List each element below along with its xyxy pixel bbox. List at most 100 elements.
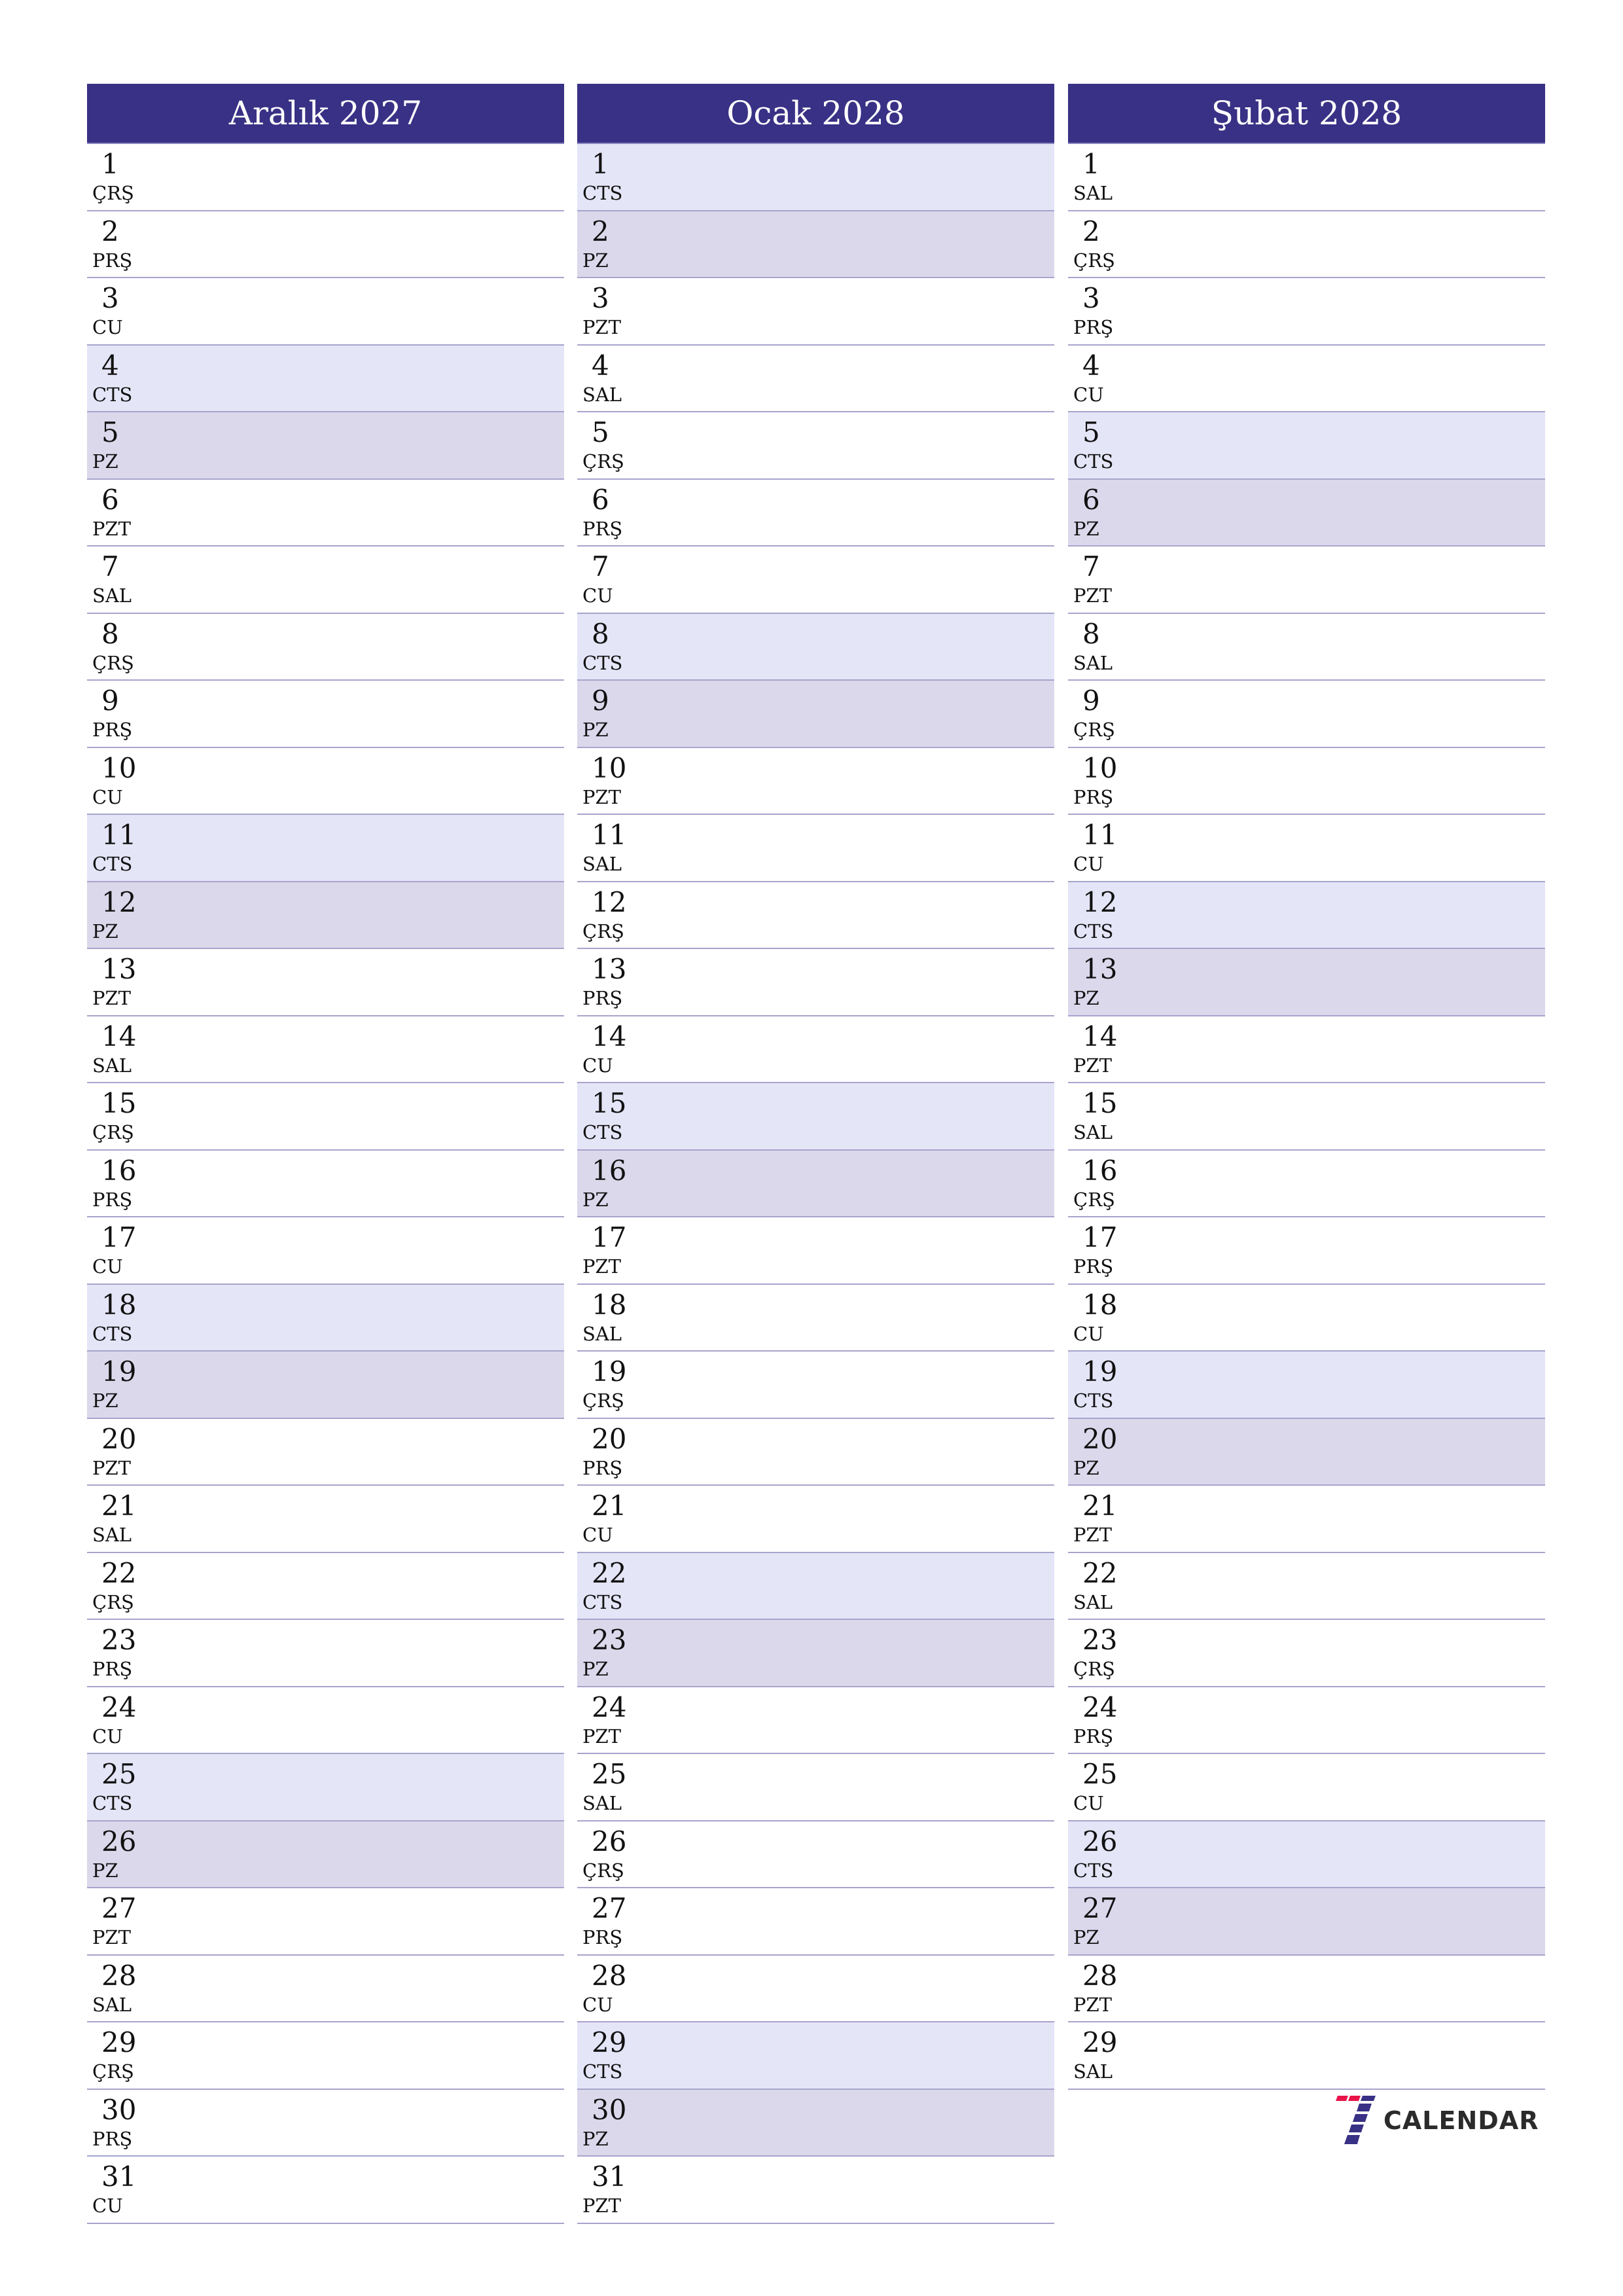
day-row[interactable]: 15 SAL bbox=[1068, 1083, 1545, 1151]
day-row[interactable]: 26 ÇRŞ bbox=[577, 1821, 1054, 1888]
day-row[interactable]: 10 PZT bbox=[577, 748, 1054, 815]
day-row[interactable]: 13 PZ bbox=[1068, 949, 1545, 1016]
day-row[interactable]: 18 CU bbox=[1068, 1285, 1545, 1352]
day-row[interactable]: 28 PZT bbox=[1068, 1956, 1545, 2022]
day-row[interactable]: 20 PZ bbox=[1068, 1418, 1545, 1486]
day-row[interactable]: 22 ÇRŞ bbox=[87, 1553, 564, 1620]
day-row[interactable]: 3 PRŞ bbox=[1068, 278, 1545, 346]
day-row[interactable]: 14 SAL bbox=[87, 1016, 564, 1083]
day-row[interactable]: 21 PZT bbox=[1068, 1486, 1545, 1553]
day-row[interactable]: 7 PZT bbox=[1068, 547, 1545, 614]
day-row[interactable]: 10 PRŞ bbox=[1068, 748, 1545, 815]
day-row[interactable]: 26 PZ bbox=[87, 1821, 564, 1888]
day-row[interactable]: 27 PRŞ bbox=[577, 1888, 1054, 1956]
day-row[interactable]: 7 SAL bbox=[87, 547, 564, 614]
day-row[interactable]: 19 ÇRŞ bbox=[577, 1352, 1054, 1419]
day-row[interactable]: 16 ÇRŞ bbox=[1068, 1151, 1545, 1217]
day-row[interactable]: 14 PZT bbox=[1068, 1016, 1545, 1083]
day-row[interactable]: 22 CTS bbox=[577, 1552, 1054, 1620]
day-row[interactable]: 30 PZ bbox=[577, 2089, 1054, 2157]
day-row[interactable]: 6 PRŞ bbox=[577, 480, 1054, 547]
weekday-label: ÇRŞ bbox=[92, 1590, 134, 1613]
weekday-label: CTS bbox=[1073, 1859, 1114, 1882]
day-row[interactable]: 25 CU bbox=[1068, 1754, 1545, 1821]
day-row[interactable]: 27 PZ bbox=[1068, 1888, 1545, 1956]
day-row[interactable]: 11 SAL bbox=[577, 815, 1054, 882]
day-row[interactable]: 12 CTS bbox=[1068, 882, 1545, 949]
day-row[interactable]: 9 PZ bbox=[577, 681, 1054, 748]
day-row[interactable]: 5 CTS bbox=[1068, 412, 1545, 480]
day-row[interactable]: 8 CTS bbox=[577, 613, 1054, 681]
day-row[interactable]: 27 PZT bbox=[87, 1888, 564, 1956]
day-row[interactable]: 4 CTS bbox=[87, 345, 564, 412]
weekday-label: PZT bbox=[582, 1255, 622, 1278]
day-row[interactable]: 25 CTS bbox=[87, 1754, 564, 1821]
day-row[interactable]: 8 ÇRŞ bbox=[87, 614, 564, 681]
day-row[interactable]: 9 PRŞ bbox=[87, 681, 564, 748]
day-row[interactable]: 11 CTS bbox=[87, 815, 564, 882]
day-row[interactable]: 31 CU bbox=[87, 2157, 564, 2224]
day-number: 3 bbox=[101, 282, 119, 314]
day-row[interactable]: 1 ÇRŞ bbox=[87, 144, 564, 211]
day-row[interactable]: 3 CU bbox=[87, 278, 564, 346]
day-row[interactable]: 21 CU bbox=[577, 1486, 1054, 1553]
day-number: 18 bbox=[1082, 1288, 1118, 1321]
day-row[interactable]: 17 PRŞ bbox=[1068, 1217, 1545, 1285]
day-row[interactable]: 12 ÇRŞ bbox=[577, 882, 1054, 949]
day-row[interactable]: 30 PRŞ bbox=[87, 2090, 564, 2157]
day-row[interactable]: 2 PZ bbox=[577, 211, 1054, 278]
day-row[interactable]: 15 ÇRŞ bbox=[87, 1083, 564, 1151]
day-row[interactable]: 24 CU bbox=[87, 1687, 564, 1754]
day-row[interactable]: 6 PZ bbox=[1068, 479, 1545, 547]
day-row[interactable]: 29 SAL bbox=[1068, 2022, 1545, 2090]
day-row[interactable]: 2 PRŞ bbox=[87, 211, 564, 278]
day-row[interactable]: 2 ÇRŞ bbox=[1068, 211, 1545, 278]
day-row[interactable]: 5 ÇRŞ bbox=[577, 412, 1054, 480]
day-row[interactable]: 9 ÇRŞ bbox=[1068, 681, 1545, 748]
day-row[interactable]: 28 CU bbox=[577, 1956, 1054, 2022]
day-row[interactable]: 18 SAL bbox=[577, 1285, 1054, 1352]
day-row[interactable]: 7 CU bbox=[577, 547, 1054, 614]
day-row[interactable]: 19 PZ bbox=[87, 1352, 564, 1419]
day-row[interactable]: 17 PZT bbox=[577, 1217, 1054, 1285]
day-row[interactable]: 29 CTS bbox=[577, 2022, 1054, 2090]
day-row[interactable]: 5 PZ bbox=[87, 412, 564, 480]
day-row[interactable]: 22 SAL bbox=[1068, 1553, 1545, 1620]
day-row[interactable]: 13 PRŞ bbox=[577, 949, 1054, 1016]
day-row[interactable]: 17 CU bbox=[87, 1217, 564, 1285]
day-row[interactable]: 19 CTS bbox=[1068, 1352, 1545, 1419]
day-row[interactable]: 16 PZ bbox=[577, 1150, 1054, 1217]
day-number: 28 bbox=[592, 1959, 627, 1992]
day-row[interactable]: 24 PRŞ bbox=[1068, 1687, 1545, 1754]
day-row[interactable]: 14 CU bbox=[577, 1016, 1054, 1083]
day-number: 15 bbox=[101, 1087, 137, 1119]
day-row[interactable]: 23 ÇRŞ bbox=[1068, 1620, 1545, 1687]
day-row[interactable]: 20 PRŞ bbox=[577, 1419, 1054, 1486]
day-number: 2 bbox=[101, 215, 119, 247]
day-row[interactable]: 1 SAL bbox=[1068, 144, 1545, 211]
day-row[interactable]: 13 PZT bbox=[87, 949, 564, 1016]
day-row[interactable]: 15 CTS bbox=[577, 1083, 1054, 1151]
day-row[interactable]: 4 CU bbox=[1068, 346, 1545, 412]
day-row[interactable]: 10 CU bbox=[87, 748, 564, 815]
day-row[interactable]: 16 PRŞ bbox=[87, 1151, 564, 1217]
day-row[interactable]: 31 PZT bbox=[577, 2157, 1054, 2224]
day-row[interactable]: 12 PZ bbox=[87, 882, 564, 949]
day-row[interactable]: 24 PZT bbox=[577, 1687, 1054, 1754]
day-row[interactable]: 11 CU bbox=[1068, 815, 1545, 882]
day-row[interactable]: 6 PZT bbox=[87, 480, 564, 547]
day-row[interactable]: 23 PRŞ bbox=[87, 1620, 564, 1687]
day-row[interactable]: 28 SAL bbox=[87, 1956, 564, 2022]
day-row[interactable]: 23 PZ bbox=[577, 1620, 1054, 1687]
day-row[interactable]: 29 ÇRŞ bbox=[87, 2022, 564, 2090]
day-row[interactable]: 26 CTS bbox=[1068, 1821, 1545, 1888]
day-row[interactable]: 20 PZT bbox=[87, 1419, 564, 1486]
day-row[interactable]: 18 CTS bbox=[87, 1284, 564, 1352]
day-row[interactable]: 4 SAL bbox=[577, 346, 1054, 412]
day-row[interactable]: 1 CTS bbox=[577, 144, 1054, 211]
day-row[interactable]: 3 PZT bbox=[577, 278, 1054, 346]
day-row[interactable]: 8 SAL bbox=[1068, 614, 1545, 681]
day-row[interactable]: 21 SAL bbox=[87, 1486, 564, 1553]
day-number: 4 bbox=[592, 349, 609, 382]
day-row[interactable]: 25 SAL bbox=[577, 1754, 1054, 1821]
